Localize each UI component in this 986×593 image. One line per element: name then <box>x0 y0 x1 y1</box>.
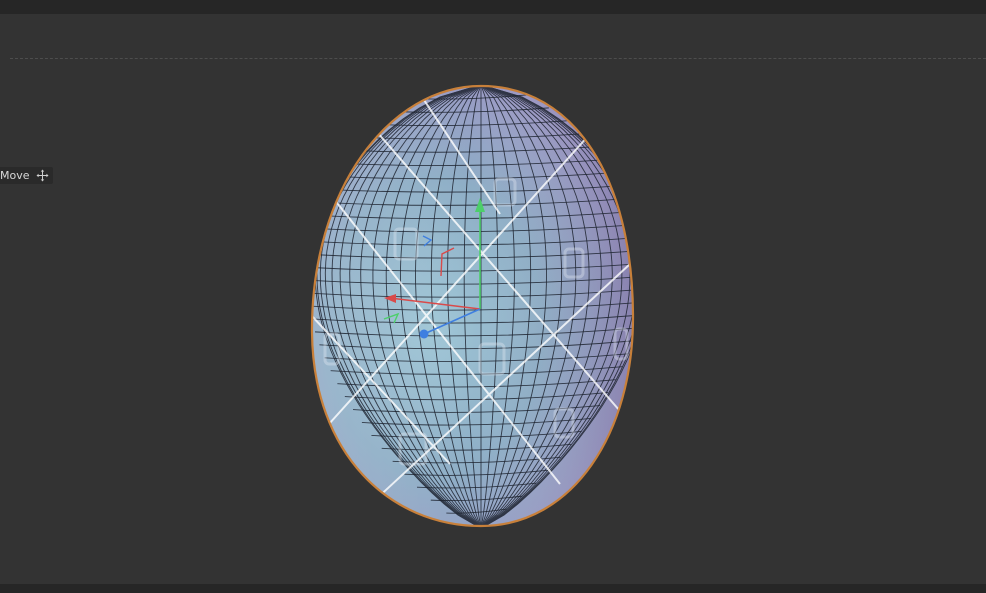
egg-mesh-render[interactable] <box>0 14 986 584</box>
3d-viewport[interactable]: Move <box>0 14 986 584</box>
gizmo-z-handle-icon[interactable] <box>419 329 429 339</box>
move-tool-label: Move <box>0 169 30 182</box>
move-tool-indicator[interactable]: Move <box>0 167 53 184</box>
move-cross-icon[interactable] <box>36 169 49 182</box>
bottom-bar <box>0 584 986 593</box>
top-bar <box>0 0 986 14</box>
app-window: Move <box>0 0 986 593</box>
